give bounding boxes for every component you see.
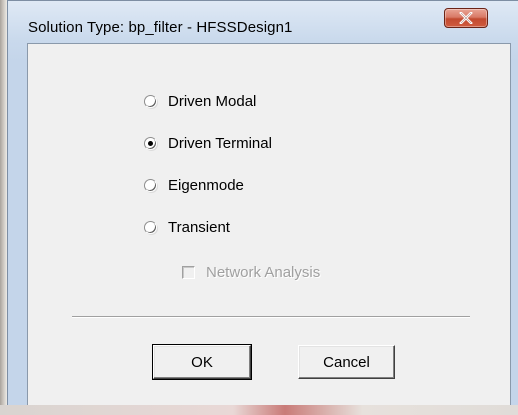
radio-option-transient[interactable]: Transient (144, 217, 230, 237)
desktop-background-edge (0, 0, 7, 415)
radio-label-eigenmode[interactable]: Eigenmode (168, 177, 244, 194)
screen: Solution Type: bp_filter - HFSSDesign1 D… (0, 0, 518, 415)
radio-label-driven-terminal[interactable]: Driven Terminal (168, 135, 272, 152)
separator-line (72, 316, 470, 318)
radio-button-eigenmode[interactable] (144, 178, 157, 192)
radio-option-driven-modal[interactable]: Driven Modal (144, 91, 256, 111)
radio-button-transient[interactable] (144, 220, 157, 234)
ok-button[interactable]: OK (152, 344, 252, 380)
radio-label-transient[interactable]: Transient (168, 219, 230, 236)
close-button[interactable] (444, 8, 488, 28)
radio-label-driven-modal[interactable]: Driven Modal (168, 93, 256, 110)
radio-button-driven-modal[interactable] (144, 94, 157, 108)
solution-type-dialog: Solution Type: bp_filter - HFSSDesign1 D… (7, 0, 518, 415)
radio-button-driven-terminal[interactable] (144, 136, 157, 150)
desktop-background-strip (0, 405, 518, 415)
dialog-body: Driven Modal Driven Terminal Eigenmode T… (27, 43, 511, 409)
network-analysis-option: Network Analysis (182, 262, 320, 282)
radio-option-driven-terminal[interactable]: Driven Terminal (144, 133, 272, 153)
network-analysis-label: Network Analysis (206, 263, 321, 281)
close-x-icon (459, 12, 473, 24)
radio-option-eigenmode[interactable]: Eigenmode (144, 175, 244, 195)
cancel-button[interactable]: Cancel (298, 345, 395, 379)
network-analysis-checkbox (182, 265, 195, 279)
dialog-title: Solution Type: bp_filter - HFSSDesign1 (28, 19, 293, 36)
